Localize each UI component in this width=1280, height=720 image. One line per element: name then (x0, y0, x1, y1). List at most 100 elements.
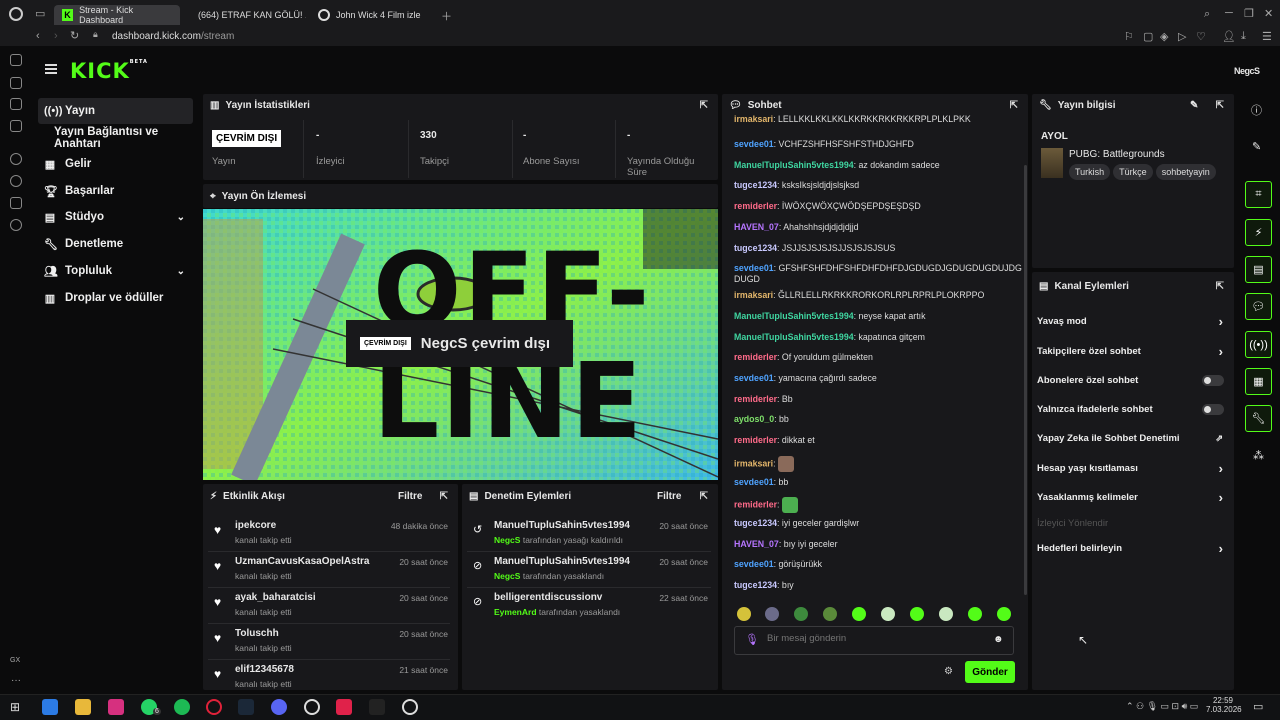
tiktok-icon[interactable] (336, 699, 352, 715)
app-icon[interactable] (369, 699, 385, 715)
chat-username[interactable]: sevdee01 (734, 373, 774, 383)
pubg-icon[interactable] (402, 699, 418, 715)
emote-8-icon[interactable] (939, 607, 953, 621)
channel-action-5[interactable]: Yapay Zeka ile Sohbet Denetimi ⇗ (1037, 430, 1227, 446)
chat-message[interactable]: HAVEN_07: bıy iyi geceler (734, 539, 1024, 550)
profile-icon[interactable]: 👤︎ (1222, 30, 1236, 43)
chat-message[interactable]: irmaksari: LELLKKLKKLKKLKKRKKRKKRKKRPLPL… (734, 114, 1024, 122)
reload-icon[interactable]: ↻ (70, 29, 79, 42)
chat-username[interactable]: irmaksari (734, 290, 773, 300)
chat-username[interactable]: tugce1234 (734, 243, 777, 253)
spotify-icon[interactable] (174, 699, 190, 715)
send-button[interactable]: Gönder (965, 661, 1015, 683)
new-tab-icon[interactable]: ＋ (441, 8, 452, 24)
moderator-name[interactable]: EymenArd (494, 607, 537, 617)
dock-wrench-button[interactable]: 🔧︎ (1245, 405, 1272, 432)
nav-basarilar[interactable]: 🏆︎ Başarılar (38, 178, 193, 204)
nav-studyo[interactable]: ▤ Stüdyo ⌄ (38, 204, 193, 230)
chat-message[interactable]: remiderler: Bb (734, 394, 1024, 405)
nav-topluluk[interactable]: 👥︎ Topluluk ⌄ (38, 258, 193, 284)
emote-10-icon[interactable] (997, 607, 1011, 621)
chat-input[interactable] (767, 633, 987, 644)
list-item[interactable]: ♥ elif12345678 kanalı takip etti 21 saat ön… (203, 664, 458, 694)
tab-john-wick[interactable]: John Wick 4 Film izle (310, 5, 436, 25)
chat-message[interactable]: remiderler: dikkat et (734, 435, 1024, 446)
follower-name[interactable]: UzmanCavusKasaOpelAstra (235, 556, 370, 567)
emoji-picker-icon[interactable]: ☻ (993, 634, 1004, 645)
channel-action-4[interactable]: Yalnızca ifadelerle sohbet (1037, 401, 1227, 417)
toggle-switch[interactable] (1202, 403, 1224, 415)
bookmark-icon[interactable]: ⚐ (1124, 30, 1134, 43)
chat-message[interactable]: remiderler: (734, 497, 1024, 514)
follower-name[interactable]: elif12345678 (235, 664, 294, 675)
url-field[interactable]: dashboard.kick.com/stream (112, 31, 234, 42)
windows-start-icon[interactable]: ⊞ (10, 700, 20, 714)
kick-logo[interactable]: KICKBETA (70, 59, 148, 83)
more-icon[interactable]: ··· (11, 675, 21, 686)
chat-message[interactable]: tugce1234: JSJJSJSJSJSJJSJSJSJSUS (734, 243, 1024, 254)
list-item[interactable]: ♥ ipekcore kanalı takip etti 48 dakika önce (203, 520, 458, 550)
chat-username[interactable]: sevdee01 (734, 477, 774, 487)
emote-9-icon[interactable] (968, 607, 982, 621)
user-avatar[interactable]: NegcS (1234, 66, 1260, 76)
emote-2-icon[interactable] (765, 607, 779, 621)
chat-username[interactable]: ManuelTupluSahin5vtes1994 (734, 332, 854, 342)
moderated-user[interactable]: ManuelTupluSahin5vtes1994 (494, 520, 630, 531)
popout-icon[interactable]: ⇱ (1010, 100, 1018, 111)
moderator-name[interactable]: NegcS (494, 535, 520, 545)
dock-chat-button[interactable]: 💬︎ (1245, 293, 1272, 320)
popout-icon[interactable]: ⇱ (1216, 100, 1224, 111)
dock-lightning-button[interactable]: ⚡︎ (1245, 219, 1272, 246)
dock-screenshot-button[interactable]: ⌗ (1245, 181, 1272, 208)
download-icon[interactable]: ⤓ (1241, 30, 1246, 43)
sidebar-messenger-icon[interactable] (10, 120, 22, 132)
chat-message[interactable]: ManuelTupluSahin5vtes1994: az dokandım s… (734, 160, 1024, 171)
edge-icon[interactable] (42, 699, 58, 715)
chat-username[interactable]: tugce1234 (734, 580, 777, 590)
tab-overview-icon[interactable]: ▭ (35, 7, 45, 20)
chat-message[interactable]: HAVEN_07: Ahahshhsjdjdjdjdjjd (734, 222, 1024, 233)
chat-message[interactable]: sevdee01: görüşürükk (734, 559, 1024, 570)
community-icon[interactable]: ⁂ (1253, 449, 1264, 462)
channel-action-7[interactable]: Yasaklanmış kelimeler › (1037, 489, 1227, 505)
channel-action-2[interactable]: Takipçilere özel sohbet › (1037, 343, 1227, 359)
opera-gx-icon[interactable] (206, 699, 222, 715)
back-icon[interactable]: ‹ (36, 30, 40, 42)
minimize-icon[interactable]: ─ (1225, 7, 1233, 19)
chat-username[interactable]: remiderler (734, 201, 777, 211)
chat-username[interactable]: aydos0_0 (734, 414, 774, 424)
info-icon[interactable]: ⓘ (1251, 102, 1262, 118)
chat-username[interactable]: HAVEN_07 (734, 222, 779, 232)
toggle-switch[interactable] (1202, 374, 1224, 386)
snapshot-icon[interactable]: ▢ (1143, 30, 1153, 43)
chat-username[interactable]: remiderler (734, 394, 777, 404)
moderator-name[interactable]: NegcS (494, 571, 520, 581)
follower-name[interactable]: ayak_baharatcisi (235, 592, 316, 603)
chat-username[interactable]: tugce1234 (734, 518, 777, 528)
heart-icon[interactable]: ♡ (1196, 30, 1206, 43)
notification-icon[interactable]: ▭ (1253, 700, 1263, 713)
chat-message[interactable]: tugce1234: iyi geceler gardişlwr (734, 518, 1024, 529)
opera-logo-icon[interactable] (9, 7, 23, 21)
table-row[interactable]: ↺ ManuelTupluSahin5vtes1994 NegcS tarafınd… (462, 520, 718, 550)
chat-message[interactable]: remiderler: Of yoruldum gülmekten (734, 352, 1024, 363)
hamburger-menu-icon[interactable] (45, 64, 57, 74)
chat-username[interactable]: remiderler (734, 500, 777, 510)
chat-username[interactable]: sevdee01 (734, 139, 774, 149)
sidebar-history-icon[interactable] (10, 175, 22, 187)
chat-settings-icon[interactable]: ⚙ (944, 666, 953, 677)
emote-4-icon[interactable] (823, 607, 837, 621)
menu-icon[interactable]: ☰ (1262, 30, 1272, 43)
sidebar-bookmarks-icon[interactable] (10, 98, 22, 110)
emote-6-icon[interactable] (881, 607, 895, 621)
stream-preview[interactable]: OFF- LINE ÇEVRİM DIŞI NegcS çevrim dışı (203, 209, 718, 480)
emote-1-icon[interactable] (737, 607, 751, 621)
edit-icon[interactable]: ✎ (1252, 140, 1261, 153)
chat-username[interactable]: sevdee01 (734, 559, 774, 569)
dock-channel-button[interactable]: ▦ (1245, 368, 1272, 395)
sidebar-chatgpt-icon[interactable] (10, 54, 22, 66)
chat-username[interactable]: irmaksari (734, 114, 773, 122)
activity-filter-button[interactable]: Filtre (398, 491, 422, 502)
list-item[interactable]: ♥ Toluschh kanalı takip etti 20 saat önce (203, 628, 458, 658)
chat-message[interactable]: tugce1234: ksksIksjsldjdjslsjksd (734, 180, 1024, 191)
